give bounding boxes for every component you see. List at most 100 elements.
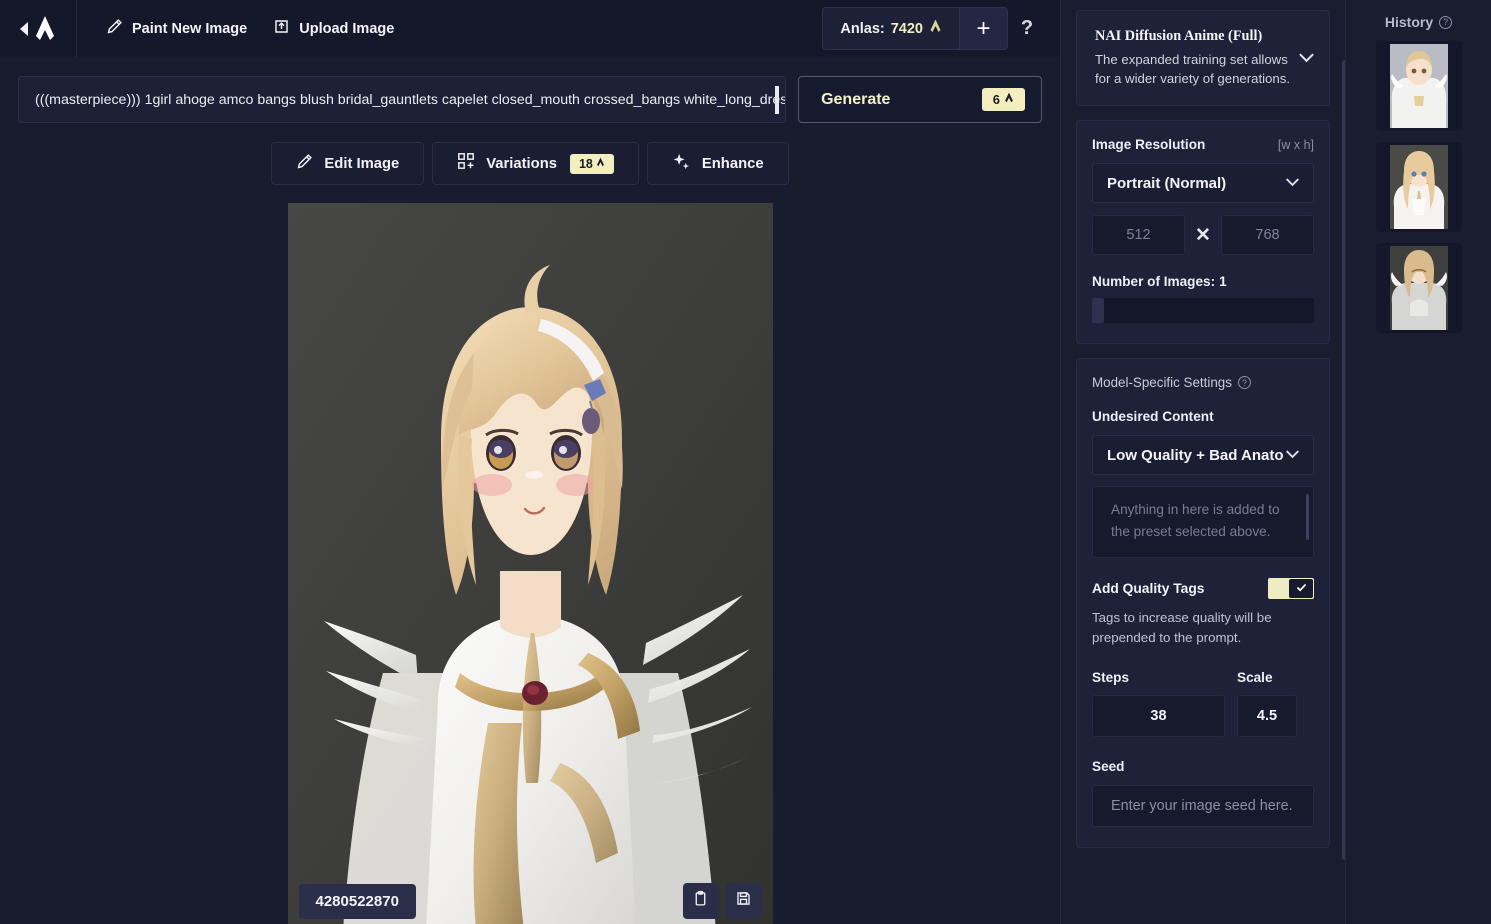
resolution-header: Image Resolution [w x h] xyxy=(1092,137,1314,152)
settings-panel: NAI Diffusion Anime (Full) The expanded … xyxy=(1060,0,1347,924)
scale-group: Scale 4.5 xyxy=(1237,670,1297,738)
paint-new-image-button[interactable]: Paint New Image xyxy=(104,14,249,43)
model-specific-settings-card: Model-Specific Settings ? Undesired Cont… xyxy=(1076,358,1330,849)
enhance-button[interactable]: Enhance xyxy=(646,142,789,185)
prompt-caret xyxy=(775,85,780,114)
resolution-preset-value: Portrait (Normal) xyxy=(1107,174,1227,192)
undesired-content-preset-select[interactable]: Low Quality + Bad Anato xyxy=(1092,435,1314,476)
history-panel: History ? xyxy=(1345,0,1491,924)
history-thumbnail-image xyxy=(1389,246,1448,330)
question-circle-icon[interactable]: ? xyxy=(1439,15,1453,29)
number-of-images-row: Number of Images: 1 xyxy=(1092,274,1314,289)
anlas-currency-icon xyxy=(1004,92,1014,107)
main-content-column: Paint New Image Upload Image Anlas: 7420… xyxy=(0,0,1060,924)
model-description: The expanded training set allows for a w… xyxy=(1095,52,1290,87)
steps-scale-row: Steps 38 Scale 4.5 xyxy=(1092,670,1314,738)
resolution-hint: [w x h] xyxy=(1277,138,1314,153)
generate-cost-value: 6 xyxy=(992,92,1000,107)
model-name: NAI Diffusion Anime (Full) xyxy=(1095,28,1263,44)
undesired-content-label: Undesired Content xyxy=(1092,409,1214,425)
model-specific-settings-header: Model-Specific Settings ? xyxy=(1092,375,1314,390)
chevron-down-icon xyxy=(1285,174,1300,192)
copy-to-clipboard-button[interactable] xyxy=(682,883,719,919)
height-input[interactable]: 768 xyxy=(1220,215,1315,256)
width-input[interactable]: 512 xyxy=(1092,215,1186,256)
scale-input[interactable]: 4.5 xyxy=(1237,695,1297,738)
history-header: History ? xyxy=(1358,14,1479,30)
resolution-preset-select[interactable]: Portrait (Normal) xyxy=(1092,163,1314,204)
logo-zone xyxy=(0,0,77,57)
seed-input[interactable]: Enter your image seed here. xyxy=(1092,785,1314,828)
floppy-save-icon xyxy=(735,890,752,912)
prompt-input[interactable]: (((masterpiece))) 1girl ahoge amco bangs… xyxy=(18,76,787,123)
history-thumb-1[interactable] xyxy=(1375,41,1462,131)
undesired-content-textarea[interactable]: Anything in here is added to the preset … xyxy=(1092,486,1314,559)
grid-plus-icon xyxy=(457,152,475,175)
image-action-toolbar: Edit Image Variations 18 Enhance xyxy=(0,142,1060,185)
novelai-logo-icon[interactable] xyxy=(34,15,56,42)
upload-image-label: Upload Image xyxy=(299,20,395,37)
prompt-text: (((masterpiece))) 1girl ahoge amco bangs… xyxy=(35,91,787,108)
clipboard-icon xyxy=(692,890,709,912)
help-button[interactable]: ? xyxy=(1008,7,1046,50)
steps-input[interactable]: 38 xyxy=(1092,695,1225,738)
generate-button[interactable]: Generate 6 xyxy=(798,76,1042,123)
number-of-images-value: 1 xyxy=(1219,274,1227,290)
history-art-2 xyxy=(1389,145,1448,229)
generated-image[interactable]: 4280522870 xyxy=(287,203,773,924)
add-anlas-button[interactable]: + xyxy=(959,8,1007,49)
question-circle-icon[interactable]: ? xyxy=(1237,376,1251,390)
anlas-value: 7420 xyxy=(890,20,923,37)
undesired-preset-value: Low Quality + Bad Anato xyxy=(1107,446,1284,464)
anlas-group: Anlas: 7420 + xyxy=(822,7,1008,50)
steps-group: Steps 38 xyxy=(1092,670,1225,738)
slider-thumb[interactable] xyxy=(1092,298,1104,324)
image-stage-wrapper: 4280522870 xyxy=(0,203,1060,924)
history-thumbnail-image xyxy=(1389,44,1448,128)
history-thumbnail-image xyxy=(1389,145,1448,229)
brush-icon xyxy=(296,153,313,175)
variations-cost-value: 18 xyxy=(578,156,593,171)
anlas-currency-icon xyxy=(596,157,605,171)
generate-cost-pill: 6 xyxy=(981,88,1025,111)
history-title: History xyxy=(1384,14,1434,30)
enhance-label: Enhance xyxy=(701,155,764,172)
model-text: NAI Diffusion Anime (Full) The expanded … xyxy=(1095,28,1290,88)
save-image-button[interactable] xyxy=(725,883,762,919)
seed-badge[interactable]: 4280522870 xyxy=(298,884,416,919)
image-action-icons xyxy=(682,883,762,919)
number-of-images-slider[interactable] xyxy=(1092,298,1314,324)
prompt-row: (((masterpiece))) 1girl ahoge amco bangs… xyxy=(0,57,1060,123)
add-quality-tags-label: Add Quality Tags xyxy=(1092,581,1205,597)
seed-label: Seed xyxy=(1092,759,1125,775)
generated-artwork xyxy=(287,203,773,924)
toggle-knob xyxy=(1289,579,1313,599)
add-quality-tags-toggle[interactable] xyxy=(1268,578,1314,600)
history-thumb-3[interactable] xyxy=(1375,243,1462,333)
edit-image-button[interactable]: Edit Image xyxy=(271,142,425,185)
upload-icon xyxy=(273,18,290,39)
textarea-scrollbar[interactable] xyxy=(1306,494,1309,541)
top-header-bar: Paint New Image Upload Image Anlas: 7420… xyxy=(0,0,1060,57)
anlas-label: Anlas: xyxy=(840,20,885,37)
upload-image-button[interactable]: Upload Image xyxy=(271,14,396,43)
variations-label: Variations xyxy=(486,155,557,172)
history-thumb-2[interactable] xyxy=(1375,142,1462,232)
collapse-left-arrow-icon[interactable] xyxy=(20,21,28,36)
multiply-icon: ✕ xyxy=(1195,224,1211,246)
variations-cost-pill: 18 xyxy=(569,153,614,174)
chevron-down-icon xyxy=(1285,446,1300,464)
model-selector-card[interactable]: NAI Diffusion Anime (Full) The expanded … xyxy=(1076,10,1330,107)
anlas-currency-icon xyxy=(929,19,942,38)
number-of-images-label: Number of Images: xyxy=(1092,274,1216,290)
variations-button[interactable]: Variations 18 xyxy=(432,142,639,185)
sparkles-icon xyxy=(672,152,691,176)
model-specific-settings-label: Model-Specific Settings xyxy=(1092,375,1232,391)
anlas-balance[interactable]: Anlas: 7420 xyxy=(823,8,959,49)
steps-label: Steps xyxy=(1092,670,1130,686)
image-resolution-card: Image Resolution [w x h] Portrait (Norma… xyxy=(1076,120,1330,345)
brush-icon xyxy=(106,18,123,39)
history-art-1 xyxy=(1389,44,1448,128)
generate-label: Generate xyxy=(821,90,891,108)
chevron-down-icon[interactable] xyxy=(1298,50,1315,68)
